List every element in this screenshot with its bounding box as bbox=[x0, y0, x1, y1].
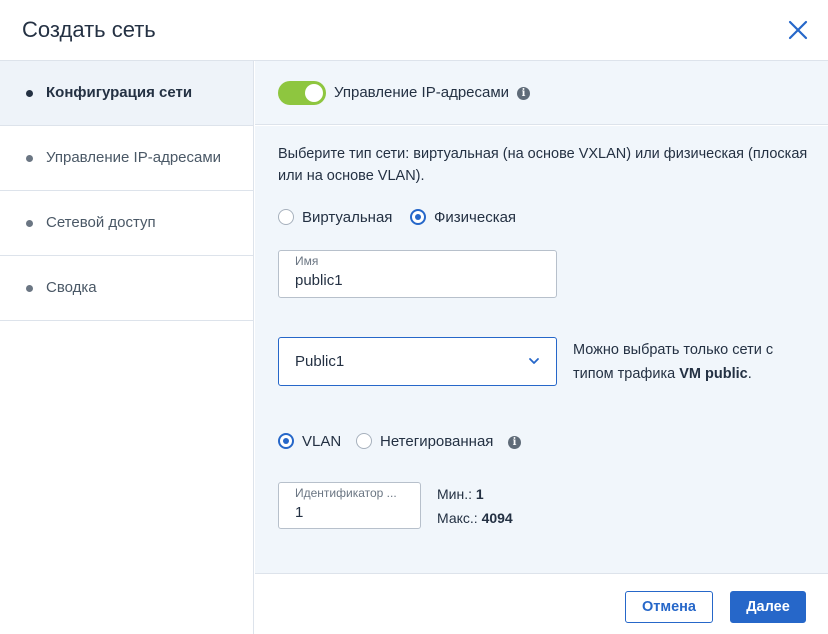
radio-button[interactable] bbox=[356, 433, 372, 449]
step-ip-management[interactable]: Управление IP-адресами bbox=[0, 126, 253, 191]
step-label: Сводка bbox=[46, 279, 97, 296]
physical-network-value: Public1 bbox=[295, 353, 345, 370]
cancel-button[interactable]: Отмена bbox=[625, 591, 713, 623]
radio-physical[interactable]: Физическая bbox=[410, 209, 516, 226]
chevron-down-icon bbox=[529, 358, 539, 364]
step-label: Сетевой доступ bbox=[46, 214, 156, 231]
dialog-header: Создать сеть bbox=[0, 0, 828, 61]
radio-label: Физическая bbox=[434, 209, 517, 226]
name-field[interactable]: Имя public1 bbox=[278, 250, 557, 298]
step-network-configuration[interactable]: Конфигурация сети bbox=[0, 61, 253, 126]
dialog-title: Создать сеть bbox=[22, 17, 156, 42]
radio-label: Виртуальная bbox=[302, 209, 393, 226]
name-field-label: Имя bbox=[295, 254, 319, 268]
step-bullet bbox=[26, 90, 33, 97]
radio-button[interactable] bbox=[410, 209, 426, 225]
vlan-id-label: Идентификатор ... bbox=[295, 486, 397, 500]
step-bullet bbox=[26, 155, 33, 162]
ip-management-label: Управление IP-адресами bbox=[334, 84, 510, 101]
radio-label: Нетегированная bbox=[380, 433, 494, 450]
max-value: 4094 bbox=[481, 510, 513, 526]
min-label: Мин.: bbox=[437, 486, 472, 502]
hint-end: . bbox=[747, 366, 752, 382]
min-value: 1 bbox=[475, 486, 484, 502]
dialog-footer: Отмена Далее bbox=[255, 573, 828, 634]
ip-management-toggle[interactable] bbox=[278, 81, 326, 105]
vlan-id-max: Макс.: 4094 bbox=[437, 510, 513, 526]
max-label: Макс.: bbox=[437, 510, 478, 526]
radio-label: VLAN bbox=[302, 433, 342, 450]
wizard-steps: Конфигурация сети Управление IP-адресами… bbox=[0, 61, 254, 634]
close-icon[interactable] bbox=[786, 18, 810, 42]
step-bullet bbox=[26, 220, 33, 227]
physical-network-hint: Можно выбрать только сети с типом трафик… bbox=[573, 338, 813, 386]
radio-vlan[interactable]: VLAN bbox=[278, 433, 341, 450]
vlan-id-min: Мин.: 1 bbox=[437, 486, 484, 502]
create-network-dialog: Создать сеть Конфигурация сети Управлени… bbox=[0, 0, 828, 634]
ip-management-bar: Управление IP-адресами i bbox=[255, 61, 828, 125]
step-label: Управление IP-адресами bbox=[46, 149, 222, 166]
info-icon[interactable]: i bbox=[517, 87, 530, 100]
hint-traffic-type: VM public bbox=[679, 366, 748, 382]
step-summary[interactable]: Сводка bbox=[0, 256, 253, 321]
name-field-value[interactable]: public1 bbox=[295, 272, 343, 289]
info-icon[interactable]: i bbox=[508, 436, 521, 449]
radio-untagged[interactable]: Нетегированная bbox=[356, 433, 493, 450]
network-type-description: Выберите тип сети: виртуальная (на основ… bbox=[278, 146, 808, 184]
vlan-id-value[interactable]: 1 bbox=[295, 504, 303, 521]
toggle-knob bbox=[305, 84, 323, 102]
step-bullet bbox=[26, 285, 33, 292]
step-label: Конфигурация сети bbox=[46, 84, 193, 101]
next-button[interactable]: Далее bbox=[730, 591, 806, 623]
radio-button[interactable] bbox=[278, 433, 294, 449]
step-network-access[interactable]: Сетевой доступ bbox=[0, 191, 253, 256]
vlan-id-field[interactable]: Идентификатор ... 1 bbox=[278, 482, 421, 529]
physical-network-select[interactable]: Public1 bbox=[278, 337, 557, 386]
radio-virtual[interactable]: Виртуальная bbox=[278, 209, 392, 226]
network-config-panel: Выберите тип сети: виртуальная (на основ… bbox=[255, 126, 828, 573]
radio-button[interactable] bbox=[278, 209, 294, 225]
